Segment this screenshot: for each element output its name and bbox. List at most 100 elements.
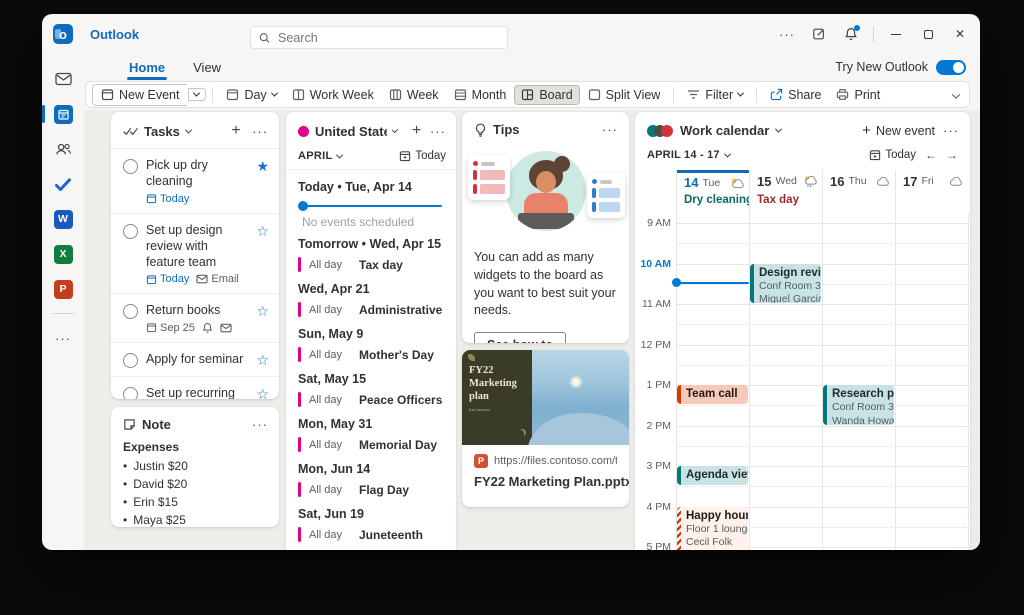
outlook-logo-icon[interactable]: o	[53, 24, 73, 44]
us-today-button[interactable]: Today	[399, 150, 446, 162]
feed-icon[interactable]	[805, 20, 833, 48]
half-hour-line	[676, 365, 970, 366]
tab-home[interactable]: Home	[127, 57, 167, 78]
view-board-button[interactable]: Board	[514, 85, 579, 105]
task-checkbox[interactable]	[123, 159, 138, 174]
file-url-link[interactable]: https://files.contoso.com/teams/…	[494, 455, 617, 467]
bell-icon	[202, 322, 213, 334]
agenda-event[interactable]: All dayJuneteenth	[298, 527, 444, 542]
view-day-button[interactable]: Day	[219, 85, 283, 105]
view-split-button[interactable]: Split View	[581, 85, 668, 105]
calendar-today-button[interactable]: Today	[869, 149, 916, 161]
star-icon[interactable]: ☆	[256, 304, 269, 318]
notifications-bell-icon[interactable]	[837, 20, 865, 48]
calendar-event[interactable]: Happy hourFloor 1 loungeCecil Folk	[677, 507, 748, 551]
view-month-button[interactable]: Month	[447, 85, 514, 105]
agenda-event[interactable]: All dayTax day	[298, 257, 444, 272]
date-range-selector[interactable]: APRIL 14 - 17	[647, 149, 730, 161]
file-link-widget[interactable]: FY22 Marketing plan Kai Larsson P https:…	[462, 350, 629, 507]
us-card-add-button[interactable]: +	[409, 122, 424, 140]
time-grid[interactable]: 9 AM10 AM11 AM12 PM1 PM2 PM3 PM4 PM5 PMD…	[635, 213, 970, 550]
task-checkbox[interactable]	[123, 353, 138, 368]
try-new-outlook-label: Try New Outlook	[835, 60, 928, 74]
rail-mail-icon[interactable]	[48, 66, 78, 92]
view-week-button[interactable]: Week	[382, 85, 446, 105]
star-icon[interactable]: ☆	[256, 353, 269, 367]
print-button[interactable]: Print	[829, 85, 887, 105]
share-button[interactable]: Share	[763, 85, 828, 105]
agenda-event[interactable]: All dayAdministrative	[298, 302, 444, 317]
maximize-button[interactable]	[914, 20, 942, 48]
task-item[interactable]: Set up design review with feature teamTo…	[111, 213, 279, 294]
filter-button[interactable]: Filter	[680, 85, 750, 105]
rail-powerpoint-icon[interactable]: P	[48, 276, 78, 302]
rail-calendar-icon[interactable]	[48, 101, 78, 127]
calendar-event[interactable]: Research planConf Room 32/Wanda Howard	[823, 385, 894, 425]
tips-more-button[interactable]: ···	[601, 122, 619, 137]
meta-text: Today	[160, 273, 189, 285]
task-checkbox[interactable]	[123, 304, 138, 319]
search-input[interactable]	[278, 31, 499, 45]
collapse-toolbar-chevron[interactable]	[953, 88, 963, 102]
calendar-event[interactable]: Team call	[677, 385, 748, 404]
day-header-wed[interactable]: 15Wed	[749, 170, 822, 192]
calendar-event[interactable]: Design reviewConf Room 32/Miguel Garcia	[750, 264, 821, 304]
minimize-button[interactable]	[882, 20, 910, 48]
task-item[interactable]: Return booksSep 25☆	[111, 293, 279, 341]
us-card-more-button[interactable]: ···	[430, 124, 446, 139]
task-item[interactable]: Pick up dry cleaningToday★	[111, 148, 279, 213]
us-month-selector[interactable]: APRIL	[298, 150, 342, 162]
tasks-add-button[interactable]: +	[227, 122, 245, 140]
see-how-to-button[interactable]: See how to	[474, 332, 566, 343]
calendar-new-event-button[interactable]: +New event	[862, 122, 935, 139]
note-bullet: Justin $20	[123, 457, 267, 475]
half-hour-line	[676, 446, 970, 447]
task-checkbox[interactable]	[123, 387, 138, 400]
rail-excel-icon[interactable]: X	[48, 241, 78, 267]
tasks-more-button[interactable]: ···	[251, 124, 269, 139]
next-week-arrow[interactable]: →	[946, 148, 958, 162]
prev-week-arrow[interactable]: ←	[925, 148, 937, 162]
app-title: Outlook	[90, 27, 139, 42]
powerpoint-file-icon: P	[474, 454, 488, 468]
event-location: Conf Room 32/	[759, 280, 816, 293]
note-more-button[interactable]: ···	[251, 417, 269, 432]
task-item[interactable]: Set up recurring payment for insuranceEm…	[111, 376, 279, 400]
day-header-fri[interactable]: 17Fri	[895, 170, 968, 192]
agenda-date: Sat, May 15	[298, 372, 444, 386]
task-checkbox[interactable]	[123, 224, 138, 239]
calendar-more-button[interactable]: ···	[942, 123, 960, 138]
day-header-thu[interactable]: 16Thu	[822, 170, 895, 192]
rail-more-apps-button[interactable]: ···	[48, 325, 78, 351]
tasks-list-chevron[interactable]	[185, 126, 192, 133]
titlebar-more-button[interactable]: ···	[773, 20, 801, 48]
note-bullets: Justin $20David $20Erin $15Maya $25Jaime…	[123, 457, 267, 527]
task-item[interactable]: Apply for seminar☆	[111, 342, 279, 376]
note-body[interactable]: Expenses Justin $20David $20Erin $15Maya…	[111, 440, 279, 527]
calendar-event[interactable]: Agenda view	[677, 466, 748, 485]
us-agenda-list[interactable]: Today • Tue, Apr 14No events scheduledTo…	[286, 170, 456, 550]
star-icon[interactable]: ☆	[256, 224, 269, 238]
agenda-event[interactable]: All dayPeace Officers Me…	[298, 392, 444, 407]
try-new-outlook-toggle[interactable]	[936, 60, 966, 75]
tab-view[interactable]: View	[191, 57, 223, 78]
new-event-button[interactable]: New Event	[92, 84, 187, 106]
search-box[interactable]	[250, 26, 508, 49]
new-event-dropdown-chevron[interactable]	[188, 88, 206, 101]
rail-people-icon[interactable]	[48, 136, 78, 162]
agenda-event[interactable]: All dayMemorial Day	[298, 437, 444, 452]
rail-word-icon[interactable]: W	[48, 206, 78, 232]
agenda-event[interactable]: All dayMother's Day	[298, 347, 444, 362]
us-card-chevron[interactable]	[392, 126, 399, 133]
work-calendar-chevron[interactable]	[775, 126, 782, 133]
allday-event[interactable]: Tax day	[749, 194, 822, 206]
star-icon[interactable]: ☆	[256, 387, 269, 400]
rail-todo-icon[interactable]	[48, 171, 78, 197]
close-button[interactable]: ✕	[946, 20, 974, 48]
agenda-event[interactable]: All dayFlag Day	[298, 482, 444, 497]
allday-event[interactable]: Dry cleaning	[676, 194, 749, 206]
event-title: Research plan	[832, 387, 889, 401]
view-work-week-button[interactable]: Work Week	[285, 85, 381, 105]
day-header-tue[interactable]: 14Tue	[676, 170, 749, 192]
star-icon[interactable]: ★	[256, 159, 269, 173]
